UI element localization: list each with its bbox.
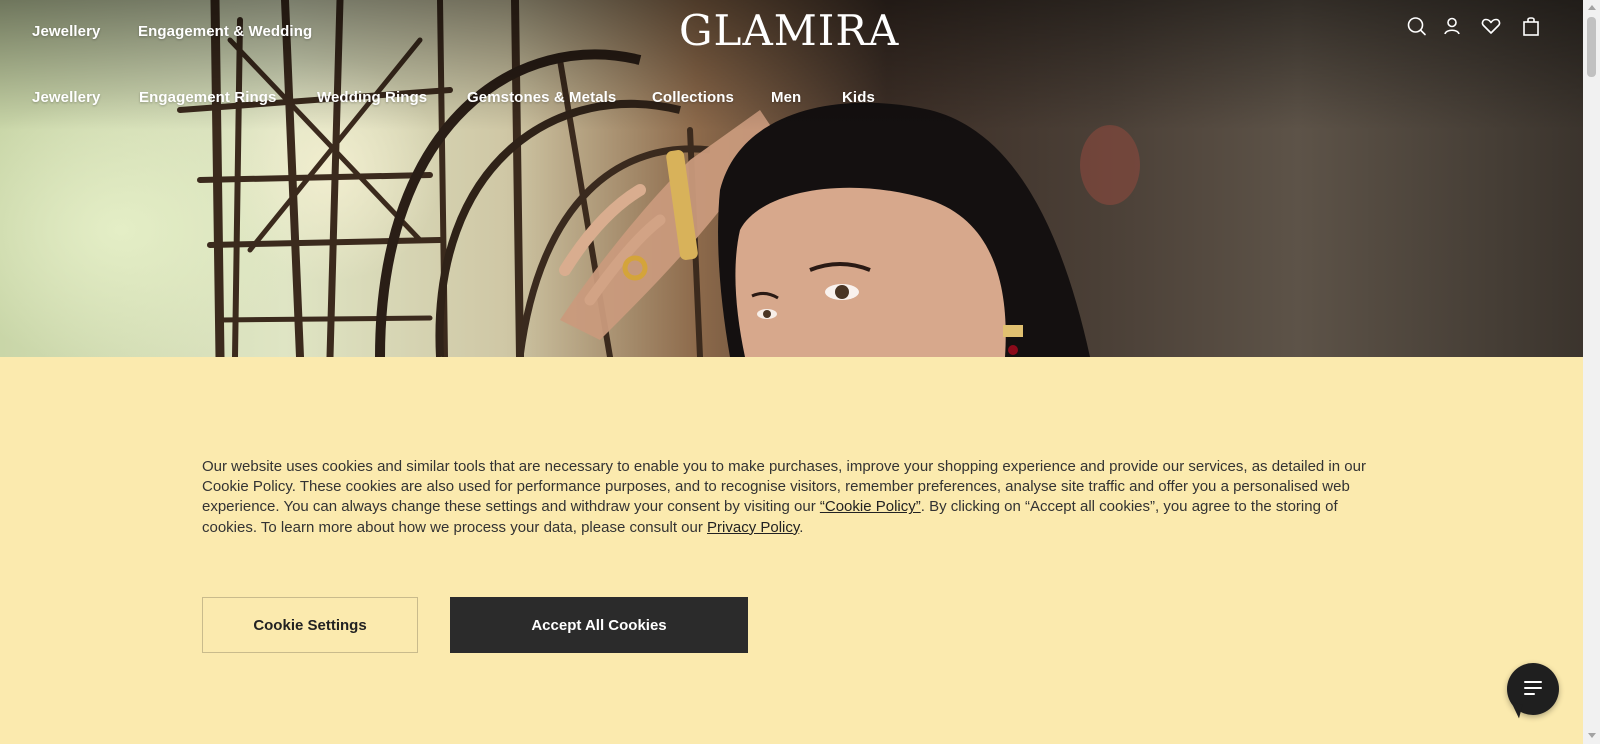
nav-kids[interactable]: Kids <box>842 89 875 106</box>
cookie-text-part3: . <box>799 518 804 536</box>
cookie-consent-text: Our website uses cookies and similar too… <box>202 457 1392 538</box>
accept-all-cookies-button[interactable]: Accept All Cookies <box>450 597 748 653</box>
top-nav-engagement-wedding[interactable]: Engagement & Wedding <box>138 23 312 40</box>
cookie-consent-banner: Our website uses cookies and similar too… <box>0 357 1583 744</box>
account-icon[interactable] <box>1440 14 1464 38</box>
nav-jewellery[interactable]: Jewellery <box>32 89 100 106</box>
scroll-down-arrow-icon[interactable] <box>1588 733 1596 738</box>
nav-collections[interactable]: Collections <box>652 89 734 106</box>
nav-men[interactable]: Men <box>771 89 801 106</box>
privacy-policy-link[interactable]: Privacy Policy <box>707 519 799 536</box>
chat-button[interactable] <box>1507 663 1559 719</box>
cookie-settings-button[interactable]: Cookie Settings <box>202 597 418 653</box>
top-nav-jewellery[interactable]: Jewellery <box>32 23 100 40</box>
brand-logo[interactable]: GLAMIRA <box>679 6 899 55</box>
nav-engagement-rings[interactable]: Engagement Rings <box>139 89 276 106</box>
cookie-policy-link[interactable]: “Cookie Policy” <box>820 498 921 515</box>
scroll-up-arrow-icon[interactable] <box>1588 5 1596 10</box>
nav-gemstones-metals[interactable]: Gemstones & Metals <box>467 89 616 106</box>
scrollbar-thumb[interactable] <box>1587 17 1596 77</box>
nav-wedding-rings[interactable]: Wedding Rings <box>317 89 427 106</box>
page-scrollbar[interactable] <box>1583 0 1600 744</box>
wishlist-icon[interactable] <box>1479 14 1503 38</box>
search-icon[interactable] <box>1405 14 1429 38</box>
cart-icon[interactable] <box>1519 14 1543 38</box>
